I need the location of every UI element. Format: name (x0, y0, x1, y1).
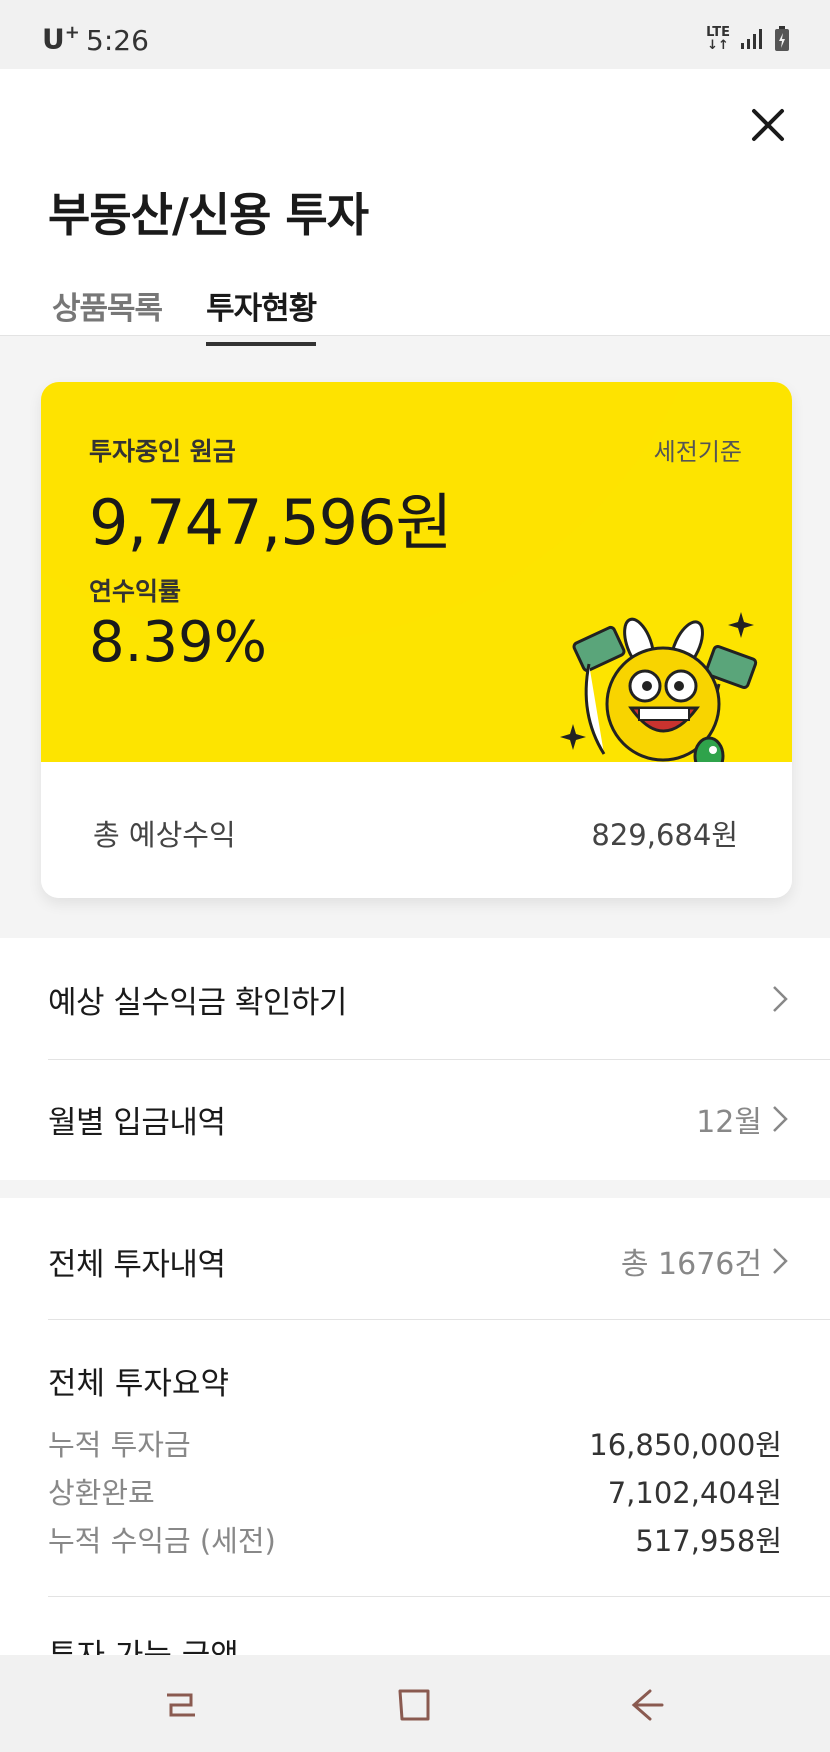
expected-profit-label: 총 예상수익 (93, 818, 236, 852)
investment-summary-card: 투자중인 원금 세전기준 9,747,596원 연수익률 8.39% 총 예상수… (41, 382, 792, 898)
summary-row-cumulative-profit: 누적 수익금 (세전) 517,958원 (48, 1518, 782, 1562)
rate-value: 8.39% (89, 610, 267, 675)
principal-value: 9,747,596원 (89, 486, 453, 559)
card-highlight: 투자중인 원금 세전기준 9,747,596원 연수익률 8.39% (41, 382, 792, 762)
mascot-illustration (560, 612, 758, 762)
monthly-deposit-label: 월별 입금내역 (48, 1104, 226, 1141)
chevron-right-icon (773, 986, 788, 1012)
principal-label: 투자중인 원금 (89, 437, 236, 466)
monthly-deposit-row[interactable]: 월별 입금내역 12월 (0, 1060, 830, 1178)
status-icons: LTE ↓↑ (706, 26, 790, 52)
battery-icon (775, 26, 789, 51)
all-investments-count: 총 1676건 (620, 1247, 762, 1282)
signal-icon (741, 29, 762, 49)
net-profit-right (772, 985, 788, 1013)
lte-icon: LTE ↓↑ (706, 25, 730, 53)
expected-profit-value: 829,684원 (591, 818, 738, 852)
rate-label: 연수익률 (89, 577, 182, 606)
status-bar: U+ 5:26 LTE ↓↑ (0, 0, 830, 69)
recent-apps-button[interactable] (153, 1677, 209, 1733)
card-footer: 총 예상수익 829,684원 (41, 762, 792, 898)
profit-section: 예상 실수익금 확인하기 월별 입금내역 12월 (0, 938, 830, 1180)
status-time: 5:26 (86, 24, 149, 57)
net-profit-label: 예상 실수익금 확인하기 (48, 984, 347, 1021)
close-icon (752, 109, 784, 141)
all-investments-label: 전체 투자내역 (48, 1246, 226, 1283)
page-header: 부동산/신용 투자 상품목록 투자현황 (0, 69, 830, 346)
home-button[interactable] (386, 1677, 442, 1733)
tab-investment-status[interactable]: 투자현황 (206, 283, 317, 346)
divider (48, 1596, 830, 1597)
system-nav-bar (0, 1655, 830, 1752)
back-button[interactable] (618, 1677, 674, 1733)
summary-title: 전체 투자요약 (48, 1366, 229, 1402)
pretax-label: 세전기준 (653, 438, 742, 466)
page-title: 부동산/신용 투자 (48, 188, 369, 242)
summary-value: 517,958원 (635, 1524, 782, 1558)
net-profit-row[interactable]: 예상 실수익금 확인하기 (0, 940, 830, 1058)
divider (48, 1319, 830, 1320)
summary-label: 상환완료 (48, 1476, 155, 1510)
monthly-deposit-value: 12월 (696, 1105, 762, 1140)
tab-bar: 상품목록 투자현황 (52, 283, 317, 346)
recent-apps-icon (167, 1693, 195, 1717)
summary-label: 누적 투자금 (48, 1428, 191, 1462)
all-investments-right: 총 1676건 (621, 1239, 788, 1283)
monthly-deposit-right: 12월 (696, 1097, 788, 1141)
close-button[interactable] (742, 99, 794, 151)
chevron-right-icon (773, 1106, 788, 1132)
summary-value: 7,102,404원 (607, 1476, 782, 1510)
summary-value: 16,850,000원 (589, 1428, 782, 1462)
chevron-right-icon (773, 1248, 788, 1274)
carrier-label: U+ (42, 22, 80, 56)
summary-label: 누적 수익금 (세전) (48, 1524, 276, 1558)
summary-row-repaid: 상환완료 7,102,404원 (48, 1470, 782, 1514)
summary-row-cumulative-investment: 누적 투자금 16,850,000원 (48, 1422, 782, 1466)
all-investments-row[interactable]: 전체 투자내역 총 1676건 (0, 1202, 830, 1320)
tab-product-list[interactable]: 상품목록 (52, 283, 163, 346)
home-icon (398, 1689, 430, 1721)
back-icon (631, 1689, 664, 1721)
